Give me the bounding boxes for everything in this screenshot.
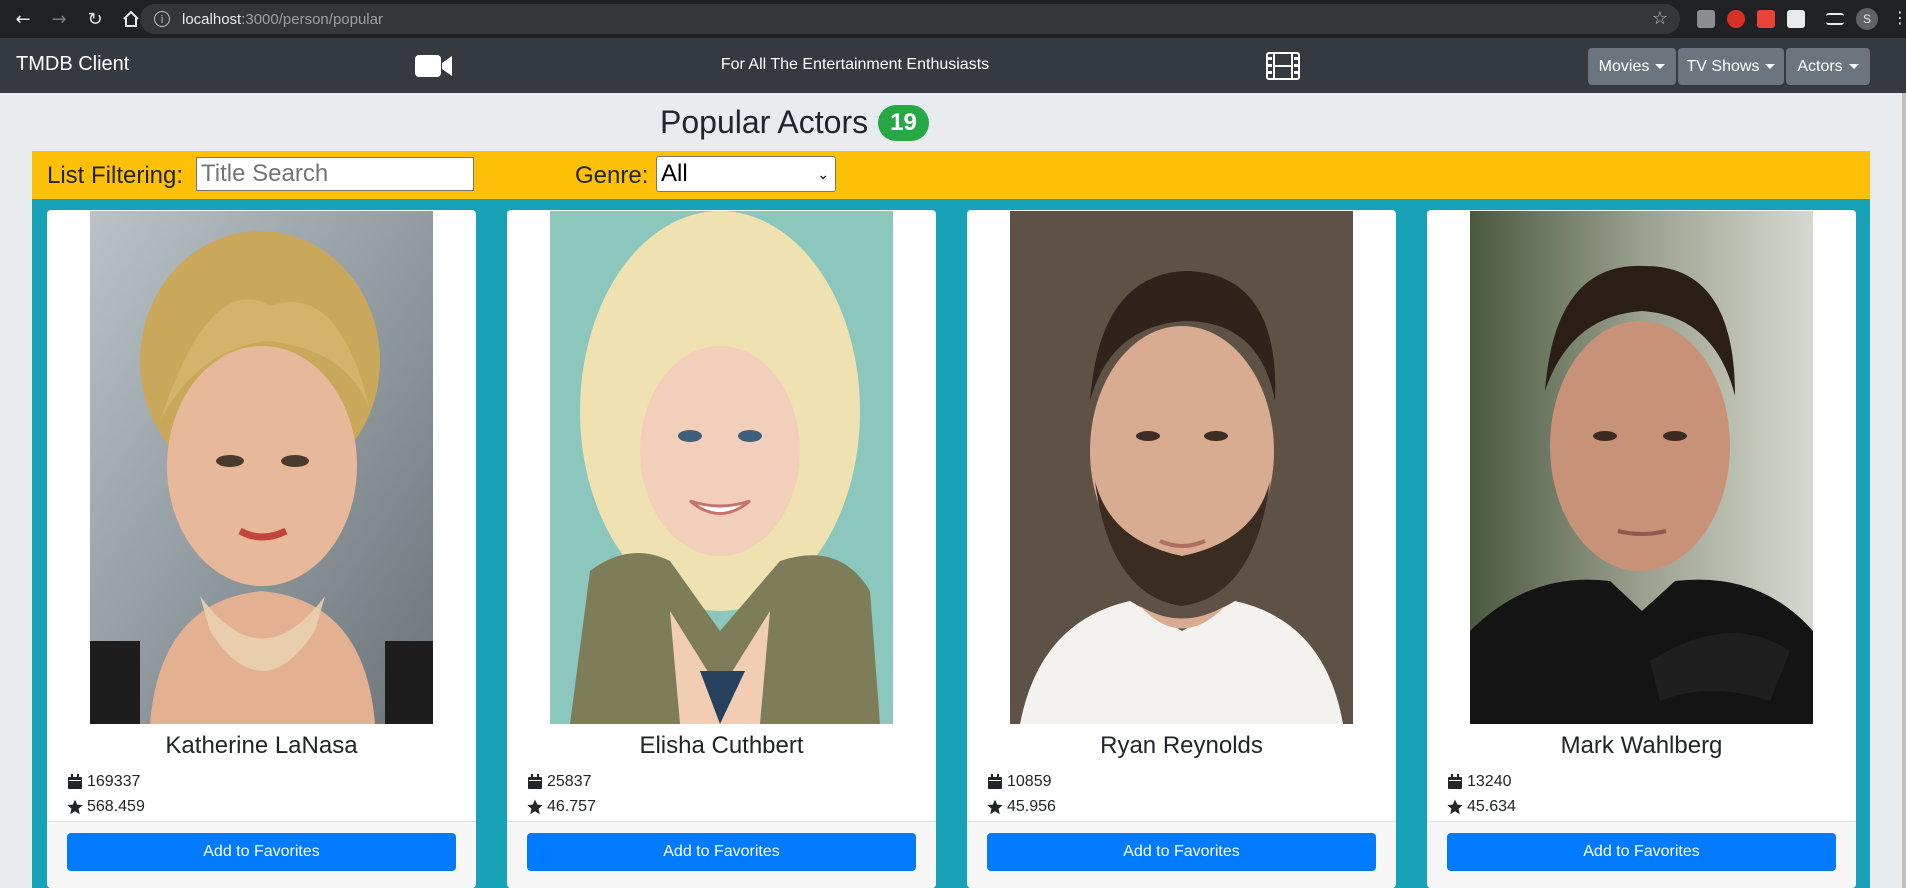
extension-icon[interactable] — [1757, 10, 1775, 28]
title-search-input[interactable] — [196, 157, 474, 191]
extension-icon[interactable] — [1697, 10, 1715, 28]
url-path: :3000/person/popular — [241, 10, 383, 28]
page-title: Popular Actors — [660, 104, 869, 140]
tagline: For All The Entertainment Enthusiasts — [720, 56, 990, 73]
actors-label: Actors — [1797, 57, 1843, 75]
calendar-icon — [988, 774, 1002, 789]
actor-popularity: 568.459 — [67, 798, 145, 816]
chevron-down-icon: ⌄ — [817, 167, 829, 183]
extension-icon[interactable] — [1727, 10, 1745, 28]
filter-label: List Filtering: — [47, 162, 184, 189]
calendar-icon — [68, 774, 82, 789]
add-to-favorites-button[interactable]: Add to Favorites — [67, 833, 456, 871]
page-header: Popular Actors 19 — [660, 104, 929, 141]
genre-label: Genre: — [575, 162, 649, 189]
actor-id-value: 169337 — [87, 773, 141, 790]
url-text: localhost:3000/person/popular — [182, 11, 383, 28]
browser-menu-icon[interactable]: ⋮ — [1892, 8, 1906, 27]
add-to-favorites-button[interactable]: Add to Favorites — [527, 833, 916, 871]
actor-name: Mark Wahlberg — [1560, 732, 1723, 759]
calendar-icon — [528, 774, 542, 789]
extension-icon[interactable] — [1787, 10, 1805, 28]
actor-popularity: 45.956 — [987, 798, 1056, 816]
star-icon — [1447, 799, 1463, 815]
star-icon — [67, 799, 83, 815]
filter-bar: List Filtering: Genre: All ⌄ — [32, 151, 1870, 199]
calendar-icon — [1448, 774, 1462, 789]
site-info-icon[interactable]: i — [154, 11, 170, 27]
actor-popularity-value: 45.956 — [1007, 798, 1056, 815]
profile-avatar[interactable]: S — [1856, 8, 1878, 30]
puzzle-icon[interactable] — [1807, 10, 1825, 28]
forward-arrow-icon[interactable]: → — [46, 6, 72, 32]
bookmark-star-icon[interactable]: ☆ — [1652, 8, 1668, 29]
url-host: localhost — [182, 10, 242, 28]
actor-card-grid: Katherine LaNasa 169337 568.459 Add to F… — [32, 199, 1870, 888]
card-footer: Add to Favorites — [1427, 821, 1856, 888]
actor-card: Mark Wahlberg 13240 45.634 Add to Favori… — [1427, 210, 1856, 888]
add-to-favorites-button[interactable]: Add to Favorites — [987, 833, 1376, 871]
actor-id: 13240 — [1447, 773, 1512, 791]
caret-down-icon — [1848, 64, 1859, 69]
actor-popularity-value: 46.757 — [547, 798, 596, 815]
actor-card: Katherine LaNasa 169337 568.459 Add to F… — [47, 210, 476, 888]
genre-select[interactable]: All ⌄ — [656, 156, 836, 192]
actor-id: 25837 — [527, 773, 592, 791]
actor-id-value: 25837 — [547, 773, 592, 790]
card-footer: Add to Favorites — [507, 821, 936, 888]
scrollbar[interactable] — [1902, 93, 1906, 888]
actor-photo[interactable] — [1470, 211, 1813, 724]
actor-name: Katherine LaNasa — [165, 732, 358, 759]
actor-id: 10859 — [987, 773, 1052, 791]
film-icon — [1266, 52, 1300, 80]
tv-shows-dropdown[interactable]: TV Shows — [1678, 48, 1784, 85]
reload-icon[interactable]: ↻ — [82, 6, 108, 32]
actor-id: 169337 — [67, 773, 140, 791]
star-icon — [987, 799, 1003, 815]
caret-down-icon — [1765, 64, 1776, 69]
actor-photo[interactable] — [1010, 211, 1353, 724]
genre-selected-value: All — [661, 160, 688, 187]
address-bar[interactable]: i localhost:3000/person/popular ☆ — [140, 4, 1680, 34]
actor-popularity: 45.634 — [1447, 798, 1516, 816]
star-icon — [527, 799, 543, 815]
actor-popularity-value: 568.459 — [87, 798, 145, 815]
add-to-favorites-button[interactable]: Add to Favorites — [1447, 833, 1836, 871]
actor-name: Ryan Reynolds — [1100, 732, 1263, 759]
actor-id-value: 10859 — [1007, 773, 1052, 790]
app-navbar: TMDB Client For All The Entertainment En… — [0, 38, 1906, 93]
card-footer: Add to Favorites — [967, 821, 1396, 888]
movies-dropdown[interactable]: Movies — [1588, 48, 1676, 85]
browser-toolbar: ← → ↻ i localhost:3000/person/popular ☆ … — [0, 0, 1906, 38]
movies-label: Movies — [1598, 57, 1650, 75]
actor-card: Elisha Cuthbert 25837 46.757 Add to Favo… — [507, 210, 936, 888]
count-badge: 19 — [878, 104, 929, 141]
actors-dropdown[interactable]: Actors — [1786, 48, 1870, 85]
actor-popularity: 46.757 — [527, 798, 596, 816]
actor-id-value: 13240 — [1467, 773, 1512, 790]
actor-photo[interactable] — [550, 211, 893, 724]
caret-down-icon — [1655, 64, 1666, 69]
media-queue-icon[interactable] — [1826, 13, 1844, 25]
actor-name: Elisha Cuthbert — [639, 732, 804, 759]
tv-shows-label: TV Shows — [1686, 57, 1760, 75]
actor-popularity-value: 45.634 — [1467, 798, 1516, 815]
actor-card: Ryan Reynolds 10859 45.956 Add to Favori… — [967, 210, 1396, 888]
card-footer: Add to Favorites — [47, 821, 476, 888]
back-arrow-icon[interactable]: ← — [10, 6, 36, 32]
actor-photo[interactable] — [90, 211, 433, 724]
